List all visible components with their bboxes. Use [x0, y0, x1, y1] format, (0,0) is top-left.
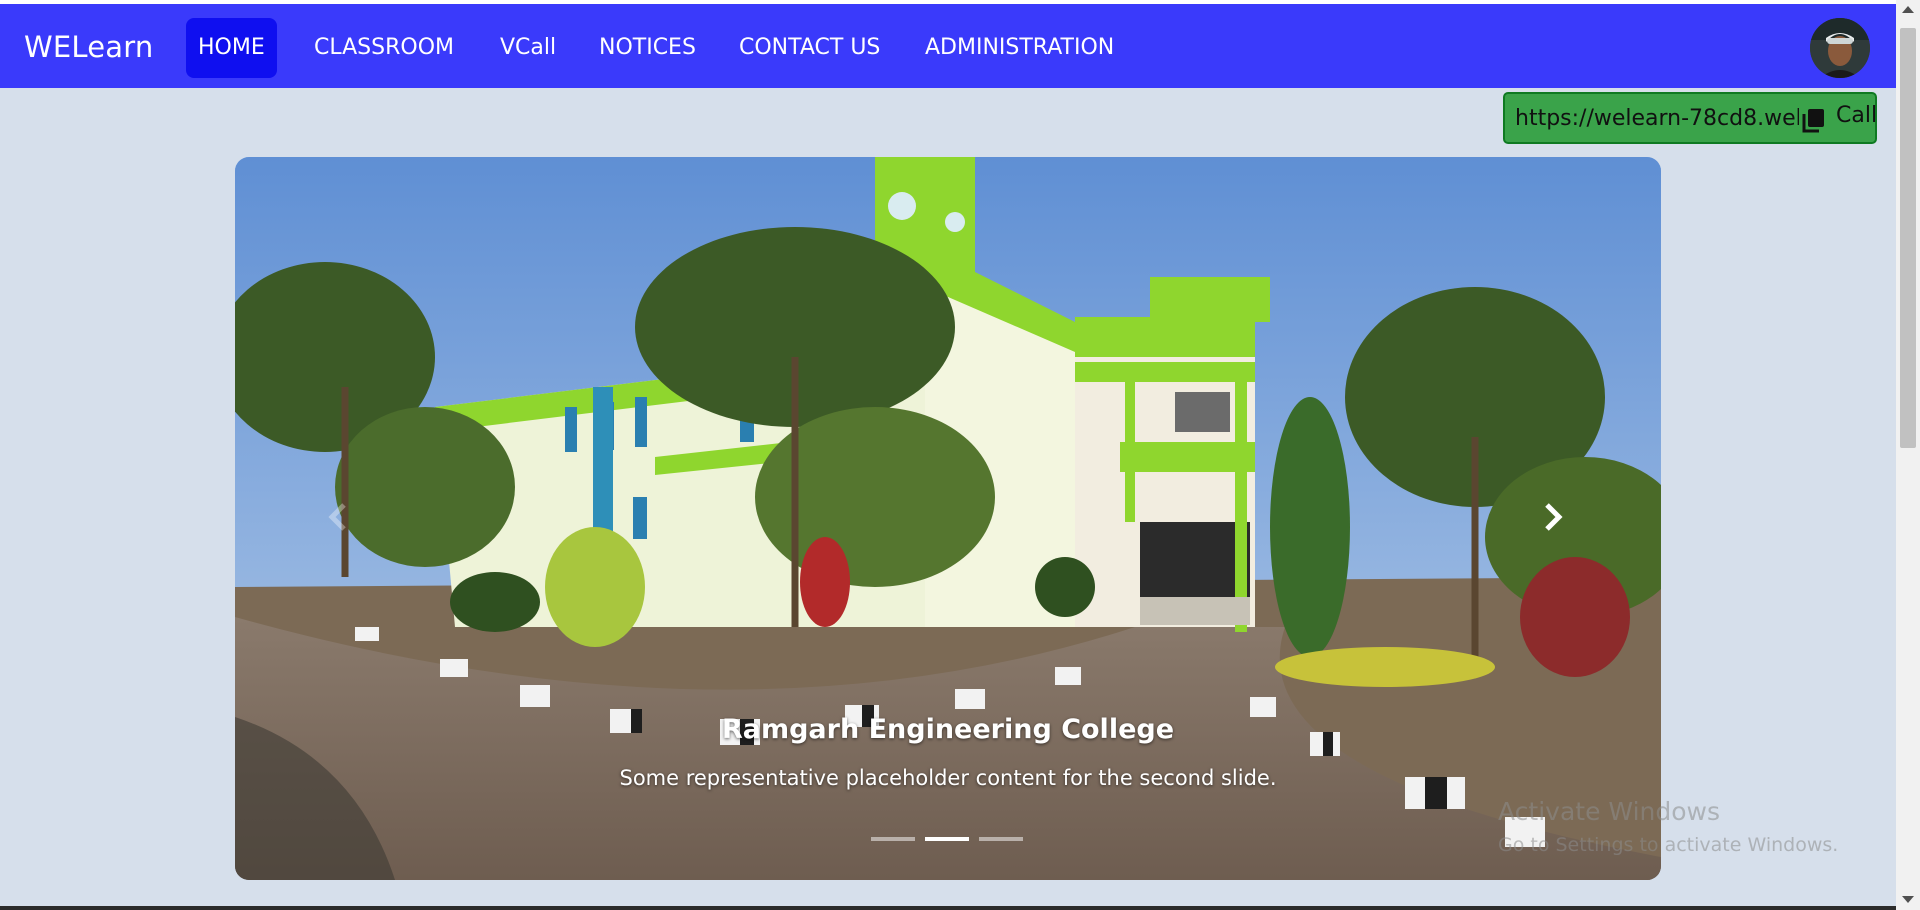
slide-caption-title: Ramgarh Engineering College	[721, 714, 1175, 745]
call-link-box: Call	[1503, 92, 1877, 144]
scroll-thumb[interactable]	[1900, 28, 1916, 448]
nav-vcall[interactable]: VCall	[488, 18, 568, 78]
call-button[interactable]: Call	[1836, 103, 1877, 128]
chevron-right-icon[interactable]	[1523, 487, 1583, 547]
carousel-indicator-1[interactable]	[871, 837, 915, 841]
slide-caption-text: Some representative placeholder content …	[619, 766, 1277, 790]
nav-administration[interactable]: ADMINISTRATION	[913, 18, 1126, 78]
top-navbar: WELearn HOME CLASSROOM VCall NOTICES CON…	[0, 4, 1896, 88]
nav-notices[interactable]: NOTICES	[587, 18, 708, 78]
windows-activation-title: Activate Windows	[1498, 797, 1720, 826]
image-carousel: Ramgarh Engineering College Some represe…	[235, 157, 1661, 880]
nav-contact-us[interactable]: CONTACT US	[727, 18, 892, 78]
carousel-indicator-3[interactable]	[979, 837, 1023, 841]
user-avatar-icon[interactable]	[1810, 18, 1870, 78]
nav-classroom[interactable]: CLASSROOM	[302, 18, 466, 78]
carousel-indicator-2[interactable]	[925, 837, 969, 841]
copy-icon[interactable]	[1799, 106, 1827, 134]
taskbar-edge	[0, 906, 1896, 910]
windows-activation-subtitle: Go to Settings to activate Windows.	[1498, 834, 1839, 856]
nav-home[interactable]: HOME	[186, 18, 277, 78]
vertical-scrollbar[interactable]	[1896, 0, 1920, 910]
call-url-input[interactable]	[1509, 99, 1805, 137]
scroll-up-icon[interactable]	[1902, 6, 1914, 13]
scroll-down-icon[interactable]	[1902, 896, 1914, 903]
carousel-prev-control[interactable]	[308, 487, 368, 547]
brand-logo-text[interactable]: WELearn	[24, 30, 153, 64]
